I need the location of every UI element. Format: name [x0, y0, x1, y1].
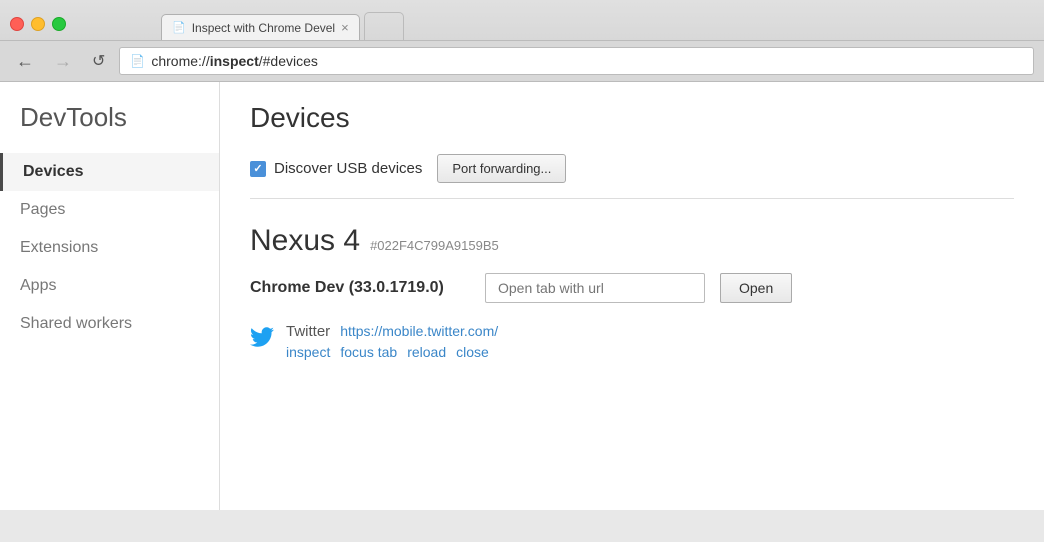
window-controls — [10, 17, 66, 31]
tab-favicon-icon: 📄 — [172, 21, 186, 34]
browser-chrome: 📄 Inspect with Chrome Devel × ← → ↺ 📄 ch… — [0, 0, 1044, 82]
reload-button[interactable]: ↺ — [86, 49, 111, 73]
device-header: Nexus 4 #022F4C799A9159B5 — [250, 224, 1014, 258]
address-bar[interactable]: 📄 chrome://inspect/#devices — [119, 47, 1034, 75]
page-content: DevTools Devices Pages Extensions Apps S… — [0, 82, 1044, 510]
sidebar-item-extensions[interactable]: Extensions — [0, 229, 219, 267]
forward-button[interactable]: → — [48, 49, 78, 74]
twitter-icon — [250, 325, 274, 349]
page-info-twitter: Twitter https://mobile.twitter.com/ insp… — [286, 323, 498, 360]
tab-close-icon[interactable]: × — [341, 20, 349, 35]
tab-title: Inspect with Chrome Devel — [192, 21, 335, 35]
chrome-version-label: Chrome Dev (33.0.1719.0) — [250, 279, 470, 297]
sidebar: DevTools Devices Pages Extensions Apps S… — [0, 82, 220, 510]
tab-bar: 📄 Inspect with Chrome Devel × — [81, 8, 484, 40]
close-button[interactable] — [10, 17, 24, 31]
focus-tab-link[interactable]: focus tab — [340, 344, 397, 360]
reload-link[interactable]: reload — [407, 344, 446, 360]
title-bar: 📄 Inspect with Chrome Devel × — [0, 0, 1044, 40]
sidebar-item-pages[interactable]: Pages — [0, 191, 219, 229]
active-tab[interactable]: 📄 Inspect with Chrome Devel × — [161, 14, 360, 40]
open-tab-button[interactable]: Open — [720, 273, 792, 303]
port-forwarding-button[interactable]: Port forwarding... — [437, 154, 566, 183]
address-text: chrome://inspect/#devices — [151, 53, 318, 69]
new-tab-button[interactable] — [364, 12, 404, 40]
page-name-twitter: Twitter — [286, 323, 330, 340]
discover-usb-label: Discover USB devices — [274, 160, 422, 177]
chrome-dev-row: Chrome Dev (33.0.1719.0) Open — [250, 273, 1014, 303]
navigation-bar: ← → ↺ 📄 chrome://inspect/#devices — [0, 40, 1044, 82]
discover-usb-checkbox-area[interactable]: Discover USB devices — [250, 160, 422, 177]
inspect-link[interactable]: inspect — [286, 344, 330, 360]
main-content: Devices Discover USB devices Port forwar… — [220, 82, 1044, 510]
minimize-button[interactable] — [31, 17, 45, 31]
page-actions-twitter: inspect focus tab reload close — [286, 344, 498, 360]
open-tab-url-input[interactable] — [485, 273, 705, 303]
discover-usb-checkbox[interactable] — [250, 161, 266, 177]
page-url-twitter[interactable]: https://mobile.twitter.com/ — [340, 323, 498, 339]
device-id: #022F4C799A9159B5 — [370, 238, 499, 253]
sidebar-item-devices[interactable]: Devices — [0, 153, 219, 191]
maximize-button[interactable] — [52, 17, 66, 31]
close-link[interactable]: close — [456, 344, 489, 360]
sidebar-title: DevTools — [0, 102, 219, 153]
device-name: Nexus 4 — [250, 224, 360, 258]
page-item-twitter: Twitter https://mobile.twitter.com/ insp… — [250, 323, 1014, 360]
address-icon: 📄 — [130, 54, 145, 68]
sidebar-item-shared-workers[interactable]: Shared workers — [0, 305, 219, 343]
section-title: Devices — [250, 102, 1014, 134]
sidebar-item-apps[interactable]: Apps — [0, 267, 219, 305]
back-button[interactable]: ← — [10, 49, 40, 74]
discover-row: Discover USB devices Port forwarding... — [250, 154, 1014, 199]
